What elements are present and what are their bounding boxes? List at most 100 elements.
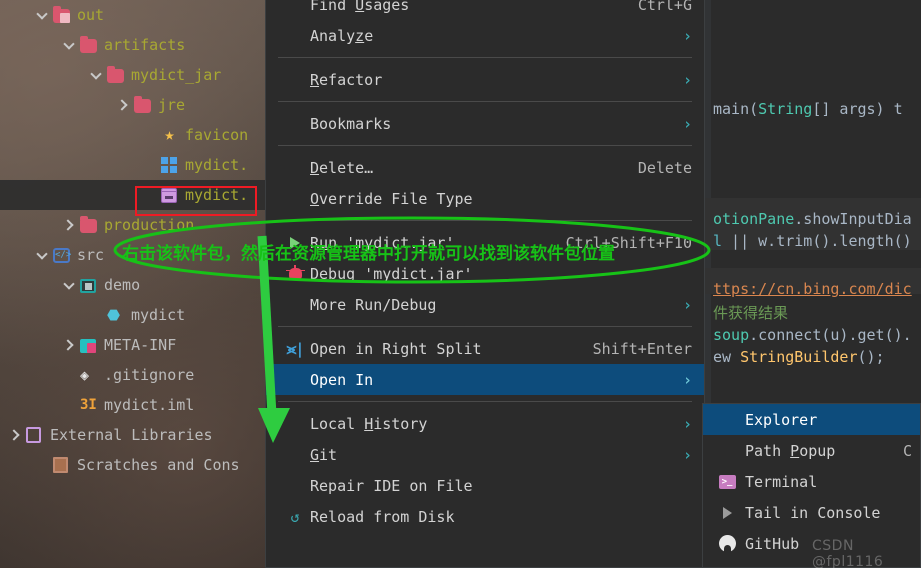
github-icon: [715, 535, 739, 552]
menu-item-more-run-debug[interactable]: More Run/Debug ›: [266, 289, 704, 320]
tree-arrow-down[interactable]: [35, 248, 49, 262]
menu-item-mnemonic: O: [310, 189, 320, 208]
submenu-item-github[interactable]: GitHub: [703, 528, 920, 559]
split-icon: ⪤|: [286, 339, 305, 358]
menu-item-delete[interactable]: Delete… Delete: [266, 152, 704, 183]
tree-arrow-right[interactable]: [62, 218, 76, 232]
menu-item-open-in[interactable]: Open In ›: [266, 364, 704, 395]
tree-arrow-down[interactable]: [89, 68, 103, 82]
code-token: [] args) t: [812, 100, 903, 118]
tree-row[interactable]: production: [0, 210, 265, 240]
tree-item-label: mydict.iml: [104, 396, 195, 414]
debug-bug-icon: [284, 264, 306, 280]
tree-arrow-down[interactable]: [35, 8, 49, 22]
menu-item-label: Analyze: [310, 26, 374, 45]
menu-item-reload-from-disk[interactable]: ↺ Reload from Disk: [266, 501, 704, 532]
terminal-icon: >_: [718, 474, 736, 489]
submenu-item-label: Explorer: [745, 410, 818, 429]
tree-item-label: artifacts: [104, 36, 186, 54]
tree-item-label: out: [77, 6, 105, 24]
tree-row[interactable]: mydict.: [0, 180, 265, 210]
submenu-item-terminal[interactable]: >_ Terminal: [703, 466, 920, 497]
open-in-submenu[interactable]: Explorer Path Popup C >_ Terminal Tail in Con…: [702, 403, 921, 568]
menu-item-open-in-right-split[interactable]: ⪤| Open in Right Split Shift+Enter: [266, 333, 704, 364]
run-icon: [290, 236, 300, 249]
tree-row[interactable]: Scratches and Cons: [0, 450, 265, 480]
code-token: l: [713, 232, 723, 250]
github-icon: [718, 535, 736, 552]
tree-row[interactable]: External Libraries: [0, 420, 265, 450]
reload-icon: ↺: [290, 507, 300, 526]
iml-icon: ЗI: [80, 396, 97, 413]
code-token: 件获得结果: [713, 304, 789, 322]
folder-icon: [107, 66, 126, 83]
tree-item-label: demo: [104, 276, 141, 294]
chevron-right-icon: ›: [682, 445, 692, 464]
tree-row[interactable]: artifacts: [0, 30, 265, 60]
tree-item-label: mydict.: [185, 156, 249, 174]
submenu-item-shortcut: C: [902, 441, 912, 460]
debug-bug-icon: [285, 264, 305, 280]
project-tree-sidebar[interactable]: out artifacts mydict_jar jre ★ favicon mydict.…: [0, 0, 265, 568]
file-context-menu[interactable]: Find Usages Ctrl+G Analyze › Refactor › Bookma…: [265, 0, 705, 568]
submenu-item-path-popup[interactable]: Path Popup C: [703, 435, 920, 466]
menu-item-mnemonic: U: [355, 0, 365, 14]
menu-item-run-mydict-jar[interactable]: Run 'mydict.jar' Ctrl+Shift+F10: [266, 227, 704, 258]
code-token: main(: [713, 100, 759, 118]
menu-separator: [278, 145, 692, 146]
code-token: ew: [713, 348, 741, 366]
menu-item-override-file-type[interactable]: Override File Type: [266, 183, 704, 214]
folder-icon: [134, 96, 153, 113]
code-editor-pane[interactable]: main(String[] args) t otionPane.showInput…: [705, 0, 921, 403]
play-icon: [715, 506, 739, 519]
chevron-right-icon: ›: [682, 414, 692, 433]
menu-item-repair-ide-on-file[interactable]: Repair IDE on File: [266, 470, 704, 501]
tree-row[interactable]: mydict_jar: [0, 60, 265, 90]
menu-item-bookmarks[interactable]: Bookmarks ›: [266, 108, 704, 139]
menu-item-mnemonic: G: [310, 445, 320, 464]
menu-item-git[interactable]: Git ›: [266, 439, 704, 470]
tree-item-label: mydict.: [185, 186, 249, 204]
tree-arrow-down[interactable]: [62, 38, 76, 52]
menu-item-analyze[interactable]: Analyze ›: [266, 20, 704, 51]
tree-arrow-right[interactable]: [8, 428, 22, 442]
tree-arrow-placeholder: [62, 398, 76, 412]
tree-item-label: mydict: [131, 306, 186, 324]
menu-item-refactor[interactable]: Refactor ›: [266, 64, 704, 95]
menu-item-label: Reload from Disk: [310, 507, 455, 526]
menu-item-local-history[interactable]: Local History ›: [266, 408, 704, 439]
code-line: main(String[] args) t: [713, 100, 903, 118]
tree-row[interactable]: ЗI mydict.iml: [0, 390, 265, 420]
windows-exe-icon: [161, 157, 180, 173]
code-token: soup: [713, 326, 750, 344]
menu-item-debug-mydict-jar[interactable]: Debug 'mydict.jar': [266, 258, 704, 289]
reload-icon: ↺: [284, 508, 306, 526]
tree-row[interactable]: META-INF: [0, 330, 265, 360]
menu-item-shortcut: Delete: [637, 158, 692, 177]
submenu-item-tail-in-console[interactable]: Tail in Console: [703, 497, 920, 528]
submenu-item-explorer[interactable]: Explorer: [703, 404, 920, 435]
tree-arrow-right[interactable]: [62, 338, 76, 352]
menu-item-find-usages[interactable]: Find Usages Ctrl+G: [266, 0, 704, 20]
tree-arrow-right[interactable]: [116, 98, 130, 112]
tree-row[interactable]: out: [0, 0, 265, 30]
menu-item-mnemonic: D: [310, 158, 320, 177]
menu-item-label: Bookmarks: [310, 114, 392, 133]
folder-icon: [80, 36, 99, 53]
tree-row[interactable]: jre: [0, 90, 265, 120]
tree-row[interactable]: ◈ .gitignore: [0, 360, 265, 390]
code-token: otionPane: [713, 210, 795, 228]
star-icon: ★: [164, 124, 175, 145]
tree-row[interactable]: </> src: [0, 240, 265, 270]
jar-archive-icon: [161, 187, 180, 203]
tree-arrow-down[interactable]: [62, 278, 76, 292]
code-line: ttps://cn.bing.com/dic: [713, 280, 912, 298]
tree-row[interactable]: demo: [0, 270, 265, 300]
tree-arrow-placeholder: [62, 368, 76, 382]
tree-row[interactable]: mydict.: [0, 150, 265, 180]
menu-item-label: Refactor: [310, 70, 383, 89]
tree-row[interactable]: ★ favicon: [0, 120, 265, 150]
source-root-icon: </>: [53, 247, 72, 263]
java-class-icon: ⬣: [107, 305, 121, 324]
tree-row[interactable]: ⬣ mydict: [0, 300, 265, 330]
